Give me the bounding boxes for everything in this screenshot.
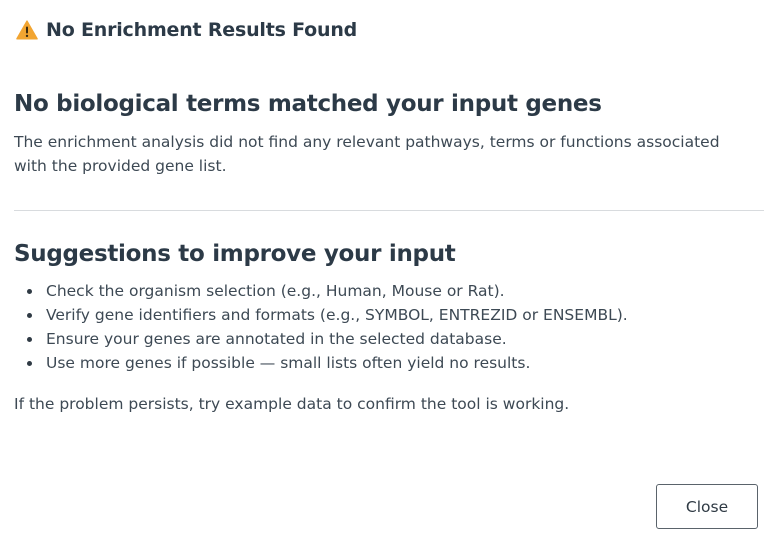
suggestion-item: Use more genes if possible — small lists… [27, 351, 628, 375]
suggestion-item: Check the organism selection (e.g., Huma… [27, 279, 628, 303]
footer-note: If the problem persists, try example dat… [14, 395, 570, 413]
no-match-heading: No biological terms matched your input g… [14, 91, 602, 117]
suggestion-item: Verify gene identifiers and formats (e.g… [27, 303, 628, 327]
no-results-dialog: No Enrichment Results Found No biologica… [0, 0, 774, 542]
suggestions-heading: Suggestions to improve your input [14, 241, 456, 267]
warning-triangle-icon [16, 20, 38, 40]
close-button[interactable]: Close [656, 484, 758, 529]
no-match-description: The enrichment analysis did not find any… [14, 133, 720, 175]
section-divider [14, 210, 764, 211]
dialog-header: No Enrichment Results Found [16, 17, 357, 43]
suggestions-list: Check the organism selection (e.g., Huma… [27, 279, 628, 375]
suggestion-item: Ensure your genes are annotated in the s… [27, 327, 628, 351]
dialog-title: No Enrichment Results Found [46, 19, 358, 41]
